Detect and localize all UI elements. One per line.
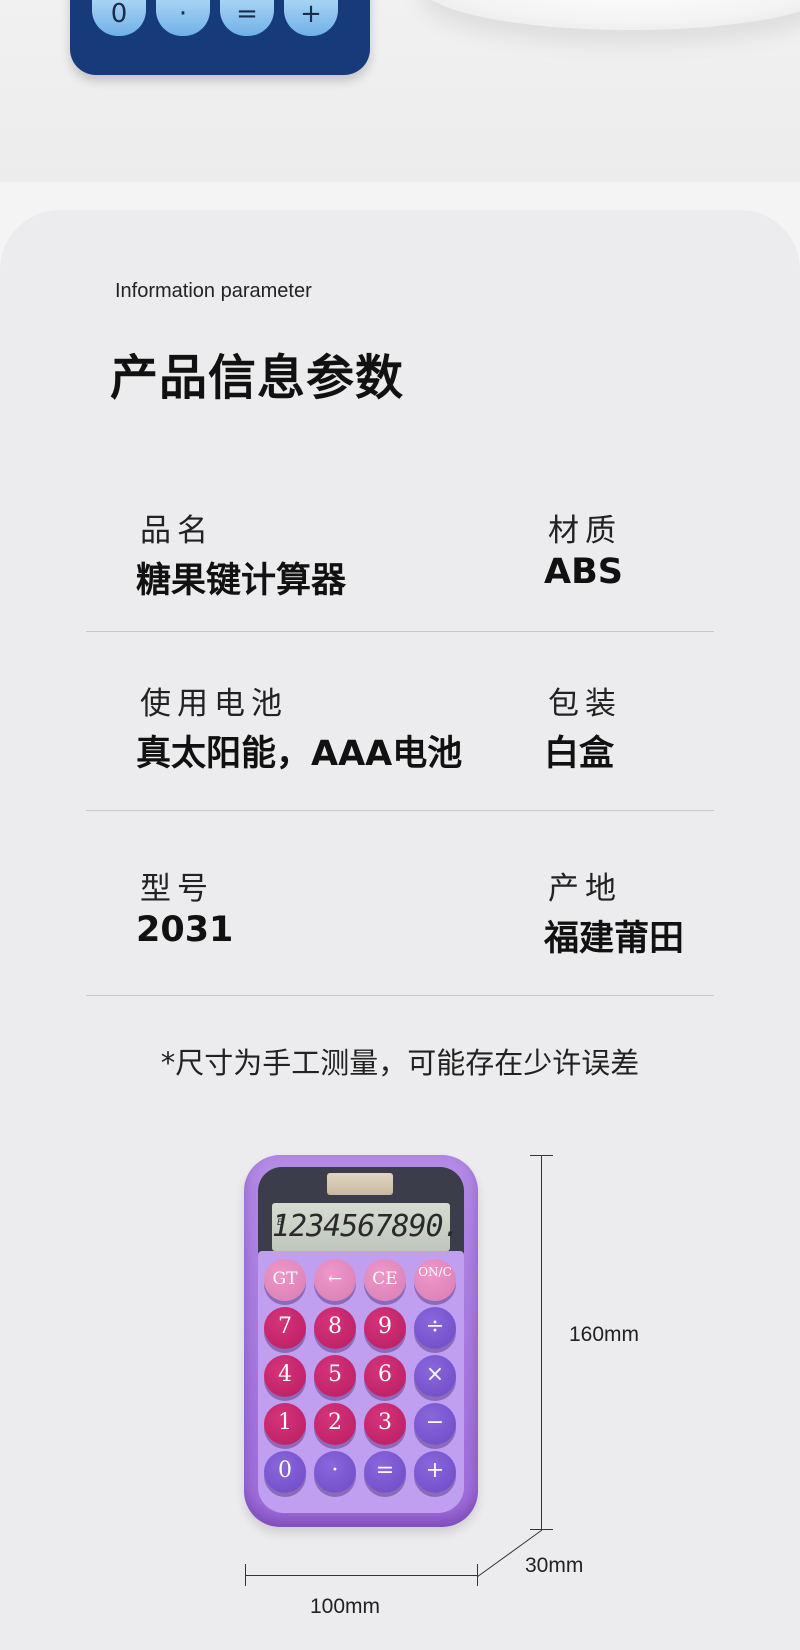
key-0: 0 (264, 1451, 306, 1493)
key-divide: ÷ (414, 1307, 456, 1349)
lcd-indicator: E (277, 1218, 283, 1228)
section-title: 产品信息参数 (110, 350, 405, 406)
width-dimension-line (245, 1575, 477, 1576)
key-minus: − (414, 1403, 456, 1445)
key-multiply: × (414, 1355, 456, 1397)
spec-label-name: 品名 (140, 513, 214, 549)
key-plus: + (414, 1451, 456, 1493)
key-ce: CE (364, 1259, 406, 1301)
key-7: 7 (264, 1307, 306, 1349)
top-key-dot: · (156, 0, 210, 36)
row-divider (86, 810, 714, 811)
key-equals: = (364, 1451, 406, 1493)
lcd-digits: 1234567890. (272, 1209, 461, 1244)
row-divider (86, 631, 714, 632)
key-on-c: ON/C (414, 1259, 456, 1301)
spec-label-model: 型号 (140, 871, 214, 907)
height-dimension-label: 160mm (569, 1323, 640, 1346)
row-divider (86, 995, 714, 996)
top-key-0: 0 (92, 0, 146, 36)
spec-value-battery: 真太阳能，AAA电池 (136, 734, 463, 774)
measurement-note: *尺寸为手工测量，可能存在少许误差 (160, 1046, 640, 1080)
spec-value-name: 糖果键计算器 (136, 561, 347, 601)
key-4: 4 (264, 1355, 306, 1397)
key-5: 5 (314, 1355, 356, 1397)
key-2: 2 (314, 1403, 356, 1445)
key-dot: · (314, 1451, 356, 1493)
key-gt: GT (264, 1259, 306, 1301)
width-dimension-label: 100mm (310, 1595, 381, 1618)
solar-panel (327, 1173, 393, 1195)
top-key-equals: = (220, 0, 274, 36)
spec-value-material: ABS (544, 552, 623, 592)
purple-calculator-image: E 1234567890. GT ← CE ON/C 7 8 9 ÷ 4 5 6… (244, 1155, 478, 1527)
calculator-keypad: GT ← CE ON/C 7 8 9 ÷ 4 5 6 × 1 2 3 − 0 ·… (258, 1251, 464, 1513)
section-subtitle: Information parameter (115, 280, 312, 302)
spec-label-origin: 产地 (548, 871, 622, 907)
height-dimension-line (541, 1155, 542, 1529)
lcd-display: E 1234567890. (272, 1203, 461, 1251)
spec-label-battery: 使用电池 (140, 686, 288, 722)
top-product-photo: 0 · = + (0, 0, 800, 182)
spec-value-origin: 福建莆田 (544, 919, 685, 959)
key-backspace: ← (314, 1259, 356, 1301)
spec-value-package: 白盒 (544, 734, 615, 774)
white-dish-image (420, 0, 800, 30)
key-9: 9 (364, 1307, 406, 1349)
blue-calculator-bottom: 0 · = + (70, 0, 370, 75)
key-8: 8 (314, 1307, 356, 1349)
top-key-plus: + (284, 0, 338, 36)
spec-label-package: 包装 (548, 686, 622, 722)
key-1: 1 (264, 1403, 306, 1445)
spec-label-material: 材质 (548, 513, 622, 549)
key-3: 3 (364, 1403, 406, 1445)
depth-dimension-label: 30mm (525, 1554, 584, 1577)
width-dimension-tick (245, 1564, 246, 1586)
spec-value-model: 2031 (136, 910, 234, 950)
key-6: 6 (364, 1355, 406, 1397)
height-dimension-tick (530, 1155, 553, 1156)
